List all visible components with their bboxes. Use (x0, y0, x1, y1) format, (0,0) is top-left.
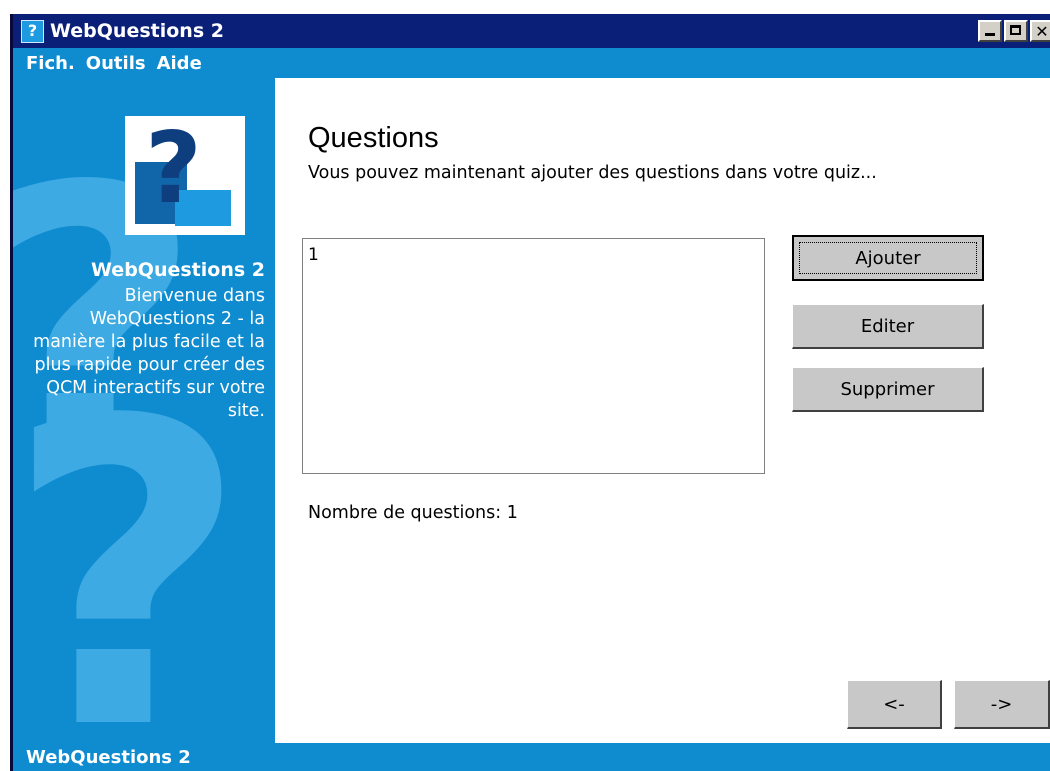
page-title: Questions (308, 122, 439, 154)
window-title: WebQuestions 2 (50, 20, 224, 42)
edit-button-label: Editer (860, 315, 915, 337)
question-list[interactable]: 1 (302, 238, 765, 474)
edit-button[interactable]: Editer (792, 304, 984, 349)
question-count: Nombre de questions: 1 (308, 503, 518, 523)
background-question-mark-icon: ? (10, 333, 249, 744)
menu-fichier[interactable]: Fich. (26, 53, 75, 74)
back-button[interactable]: <- (847, 680, 942, 729)
back-button-label: <- (883, 693, 905, 715)
add-button[interactable]: Ajouter (792, 235, 984, 281)
main-panel: Questions Vous pouvez maintenant ajouter… (275, 78, 1050, 743)
next-button-label: -> (990, 693, 1013, 715)
sidebar: ? ? ? WebQuestions 2 Bienvenue dans WebQ… (10, 78, 275, 743)
close-button[interactable]: ✕ (1030, 20, 1050, 42)
next-button[interactable]: -> (954, 680, 1050, 729)
status-bar: WebQuestions 2 (10, 743, 1050, 771)
menu-bar: Fich. Outils Aide (10, 48, 1050, 78)
maximize-button[interactable] (1004, 20, 1028, 42)
delete-button[interactable]: Supprimer (792, 367, 984, 412)
status-text: WebQuestions 2 (26, 746, 191, 768)
list-item[interactable]: 1 (303, 239, 764, 265)
app-window: ? WebQuestions 2 ✕ Fich. Outils Aide ? ?… (10, 14, 1050, 771)
logo: ? (125, 116, 245, 235)
menu-aide[interactable]: Aide (157, 53, 202, 74)
minimize-icon (985, 33, 995, 36)
sidebar-title: WebQuestions 2 (91, 259, 265, 281)
sidebar-description: Bienvenue dans WebQuestions 2 - la maniè… (33, 286, 265, 421)
window-controls: ✕ (978, 20, 1050, 42)
instructions-text: Vous pouvez maintenant ajouter des quest… (308, 163, 877, 183)
title-bar[interactable]: ? WebQuestions 2 ✕ (10, 14, 1050, 48)
app-question-icon: ? (21, 19, 44, 43)
minimize-button[interactable] (978, 20, 1002, 42)
maximize-icon (1010, 25, 1021, 35)
question-mark-icon: ? (145, 112, 202, 226)
close-icon: ✕ (1035, 21, 1049, 41)
menu-outils[interactable]: Outils (86, 53, 146, 74)
delete-button-label: Supprimer (840, 378, 935, 400)
